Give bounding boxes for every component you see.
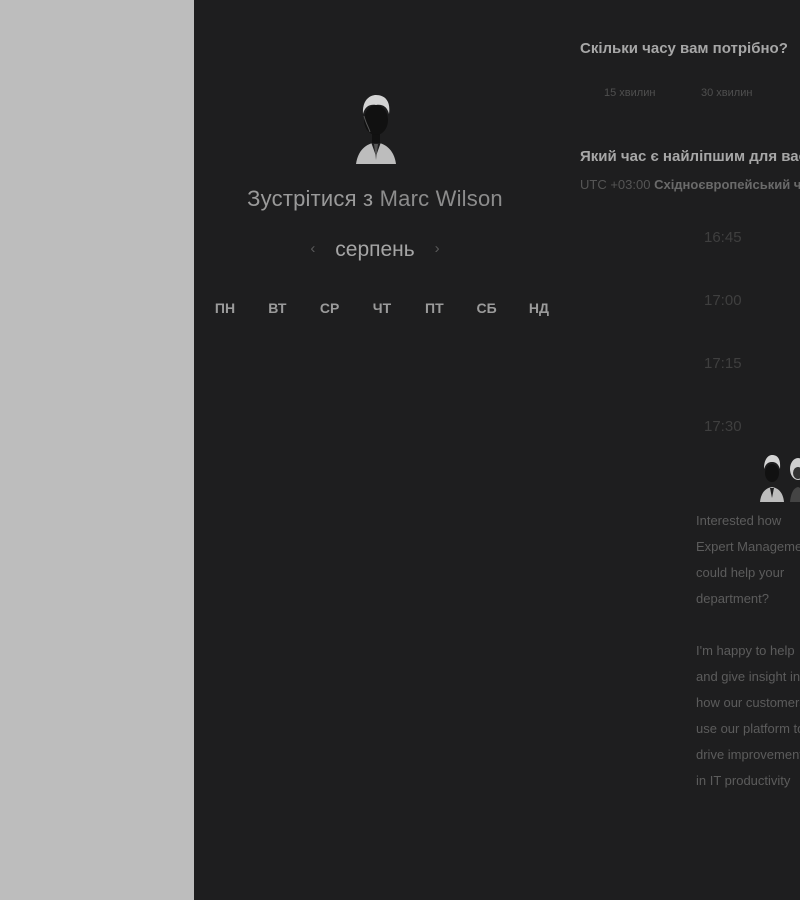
avatar-2 (790, 458, 800, 502)
month-nav: ‹ серпень › (194, 238, 556, 262)
timezone-label[interactable]: UTC +03:00 Східноєвропейський час (580, 177, 800, 192)
weekday-mon: ПН (214, 300, 236, 316)
host-name: Marc Wilson (379, 186, 503, 211)
time-slot-1715[interactable]: 17:15 (704, 355, 742, 372)
title-prefix: Зустрітися з (247, 186, 374, 211)
duration-option-15[interactable]: 15 хвилин (604, 87, 655, 99)
host-message: Interested how Expert Management could h… (696, 508, 800, 794)
time-slot-1730[interactable]: 17:30 (704, 418, 742, 435)
weekday-sun: НД (528, 300, 550, 316)
chevron-right-icon[interactable]: › (435, 240, 440, 257)
meeting-title: Зустрітися з Marc Wilson (194, 186, 556, 212)
duration-option-30[interactable]: 30 хвилин (701, 87, 752, 99)
weekday-wed: СР (319, 300, 340, 316)
message-paragraph-2: I'm happy to help and give insight into … (696, 643, 800, 788)
weekday-thu: ЧТ (372, 300, 392, 316)
time-slot-1645[interactable]: 16:45 (704, 229, 742, 246)
scheduler-panel: Зустрітися з Marc Wilson ‹ серпень › ПН … (194, 0, 800, 900)
weekday-sat: СБ (476, 300, 497, 316)
timezone-offset: UTC +03:00 (580, 177, 651, 192)
time-question: Який час є найліпшим для вас? (580, 148, 800, 165)
host-avatar (356, 95, 396, 164)
avatar-1 (760, 455, 784, 502)
left-gutter (0, 0, 194, 900)
duration-question: Скільки часу вам потрібно? (580, 40, 788, 57)
message-paragraph-1: Interested how Expert Management could h… (696, 513, 800, 606)
weekday-tue: ВТ (268, 300, 287, 316)
month-label: серпень (335, 238, 415, 261)
chevron-left-icon[interactable]: ‹ (310, 240, 315, 257)
timezone-name: Східноєвропейський час (654, 177, 800, 192)
team-avatars (760, 455, 800, 502)
weekday-header: ПН ВТ СР ЧТ ПТ СБ НД (208, 300, 556, 316)
weekday-fri: ПТ (425, 300, 444, 316)
time-slot-1700[interactable]: 17:00 (704, 292, 742, 309)
